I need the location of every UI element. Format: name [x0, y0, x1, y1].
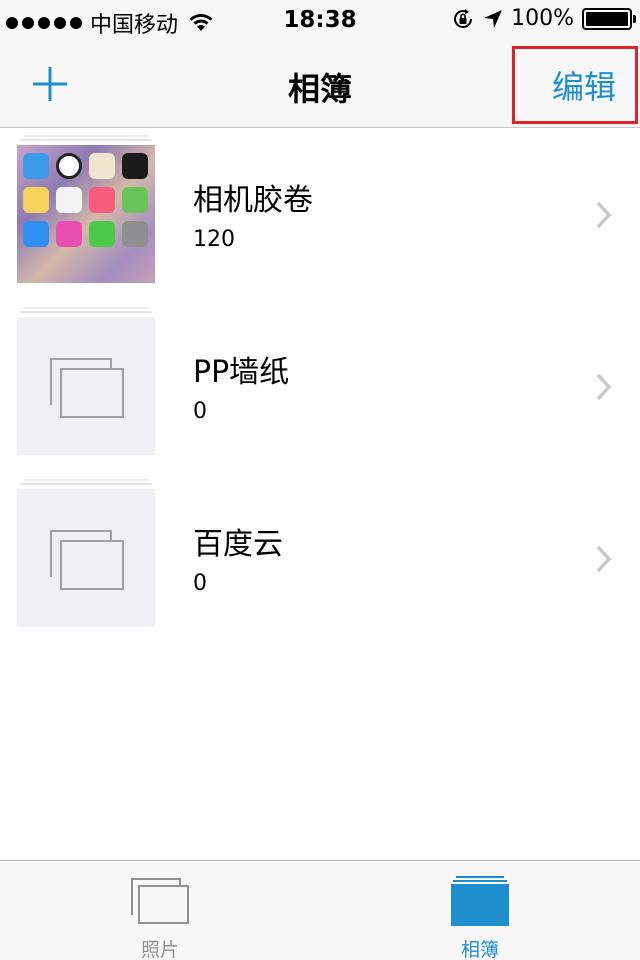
tab-photos[interactable]: 照片	[60, 861, 260, 960]
tab-label: 相簿	[460, 939, 499, 960]
tab-label: 照片	[140, 939, 179, 960]
album-row-baidu-cloud[interactable]: 百度云 0	[0, 473, 640, 645]
nav-bar: 相簿 编辑	[0, 40, 640, 128]
tab-bar: 照片 相簿	[0, 860, 640, 960]
photo-thumbnail	[17, 145, 155, 283]
chevron-right-icon	[596, 373, 612, 401]
albums-icon	[451, 876, 509, 926]
album-count: 120	[193, 227, 235, 252]
chevron-right-icon	[596, 545, 612, 573]
battery-percent: 100%	[511, 6, 574, 31]
album-thumbnail	[17, 317, 155, 455]
album-count: 0	[193, 571, 207, 596]
album-row-pp-wallpaper[interactable]: PP墙纸 0	[0, 301, 640, 473]
location-arrow-icon	[484, 9, 503, 28]
album-row-camera-roll[interactable]: 相机胶卷 120	[0, 129, 640, 301]
album-name: PP墙纸	[193, 355, 290, 390]
album-name: 相机胶卷	[193, 183, 313, 218]
rotation-lock-icon	[454, 8, 473, 28]
album-thumbnail	[17, 489, 155, 627]
edit-button[interactable]: 编辑	[512, 46, 638, 124]
album-name: 百度云	[193, 527, 283, 562]
album-list: 相机胶卷 120 PP墙纸 0 百度云 0	[0, 129, 640, 645]
album-count: 0	[193, 399, 207, 424]
empty-album-icon	[50, 530, 124, 590]
battery-icon	[582, 7, 636, 30]
tab-albums[interactable]: 相簿	[380, 861, 580, 960]
status-right: 100%	[451, 6, 636, 31]
empty-album-icon	[50, 358, 124, 418]
photos-icon	[131, 878, 189, 924]
status-bar: 中国移动 18:38 100%	[0, 0, 640, 40]
screen: 中国移动 18:38 100% 相簿 编辑 相机胶卷 120 PP墙纸 0 百度…	[0, 0, 640, 960]
chevron-right-icon	[596, 201, 612, 229]
